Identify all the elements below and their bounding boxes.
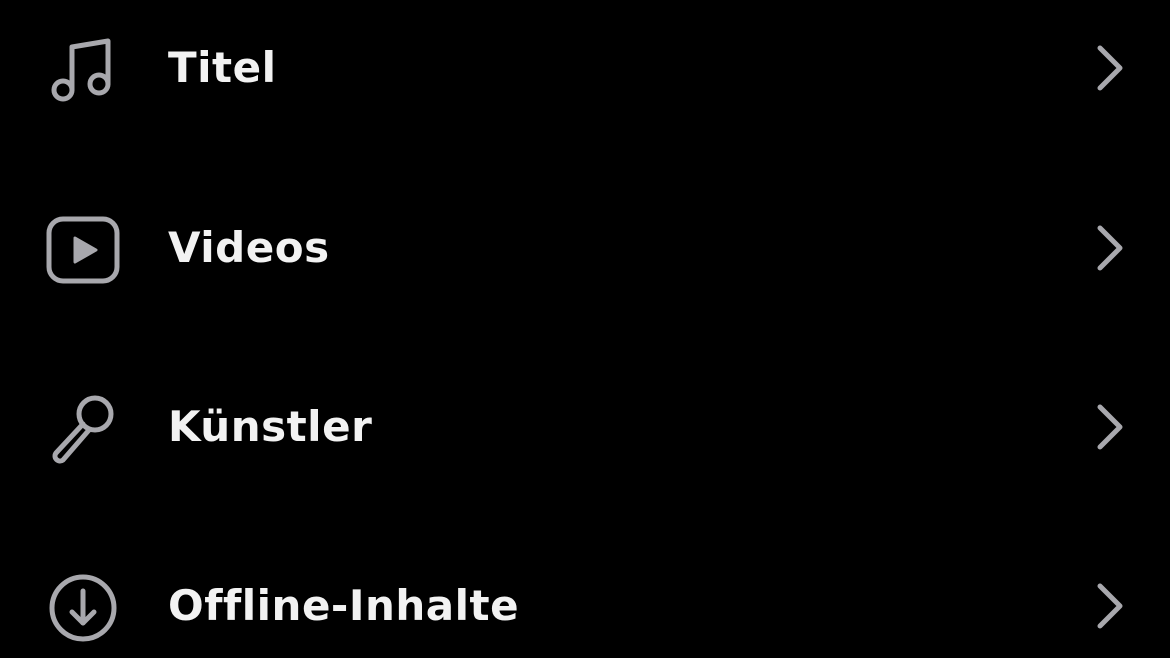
library-menu: Titel Videos Künstler Offline-Inhalte — [0, 0, 1170, 658]
video-play-icon — [44, 211, 122, 289]
menu-item-label: Titel — [168, 43, 277, 92]
menu-item-videos[interactable]: Videos — [0, 172, 1170, 322]
download-circle-icon — [44, 569, 122, 647]
menu-item-label: Offline-Inhalte — [168, 581, 520, 630]
menu-item-titel[interactable]: Titel — [0, 0, 1170, 142]
menu-item-label: Videos — [168, 223, 330, 272]
music-note-icon — [44, 31, 122, 109]
microphone-icon — [44, 390, 122, 468]
chevron-right-icon — [1088, 403, 1130, 451]
menu-item-kuenstler[interactable]: Künstler — [0, 351, 1170, 501]
menu-item-offline-inhalte[interactable]: Offline-Inhalte — [0, 530, 1170, 658]
chevron-right-icon — [1088, 224, 1130, 272]
chevron-right-icon — [1088, 582, 1130, 630]
menu-item-label: Künstler — [168, 402, 373, 451]
chevron-right-icon — [1088, 44, 1130, 92]
